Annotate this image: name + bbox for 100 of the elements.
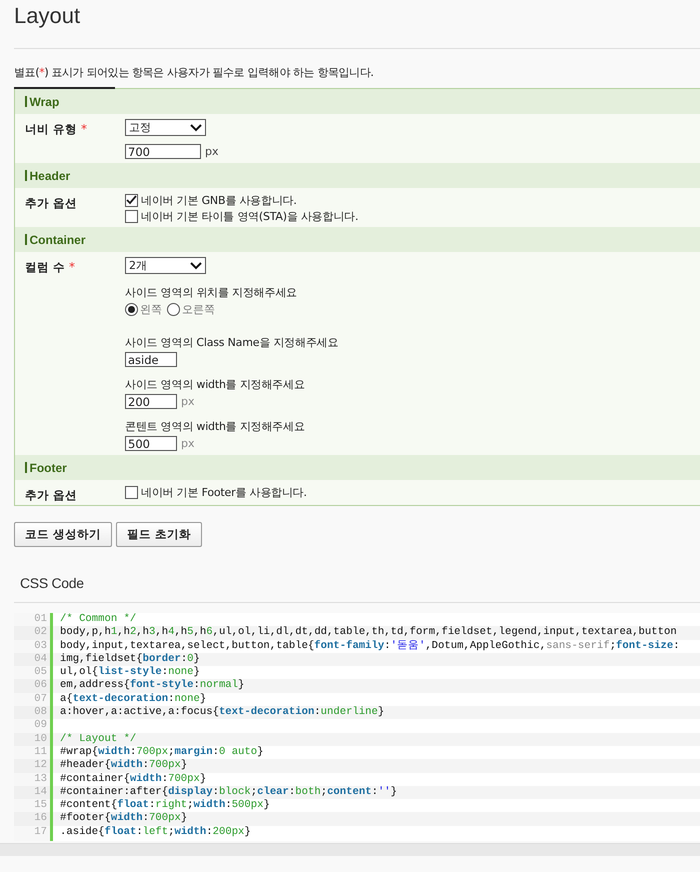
- line-number: 01: [14, 613, 53, 626]
- code-property: border: [142, 652, 181, 665]
- dropdown[interactable]: 2개: [125, 257, 206, 274]
- section-title: Container: [30, 232, 86, 246]
- code-text: }: [194, 652, 200, 665]
- code-value: 3: [149, 626, 156, 638]
- code-text: .aside{: [60, 826, 105, 838]
- code-text: }: [200, 772, 206, 785]
- code-property: width: [174, 826, 206, 838]
- code-text: :: [225, 799, 232, 812]
- code-value: 700px: [168, 772, 200, 785]
- code-property: font-family: [314, 640, 384, 652]
- input-field[interactable]: 700: [125, 144, 201, 159]
- checkbox[interactable]: [125, 194, 138, 206]
- unit-label: px: [205, 145, 218, 158]
- code-text: ;: [610, 640, 616, 652]
- code-text: }: [257, 746, 264, 758]
- chevron-icon: [190, 262, 202, 270]
- field-caption: 사이드 영역의 Class Name을 지정해주세요: [125, 335, 338, 350]
- code-text: :: [130, 746, 136, 758]
- code-value: 700px: [149, 759, 181, 772]
- code-text: ;: [320, 786, 328, 798]
- radio-button[interactable]: [125, 303, 138, 316]
- line-number: 17: [14, 826, 53, 840]
- line-number: 08: [14, 706, 53, 720]
- code-text: }: [180, 759, 188, 772]
- radio-label: 왼쪽: [140, 302, 162, 317]
- checkbox-label: 네이버 기본 GNB를 사용합니다.: [141, 192, 297, 208]
- input-field[interactable]: 200: [125, 394, 177, 409]
- code-property: list-style: [98, 666, 162, 678]
- code-text: ;: [168, 746, 174, 758]
- code-text: }: [238, 679, 244, 692]
- input-field[interactable]: aside: [125, 352, 177, 367]
- required-notice: 별표(*) 표시가 되어있는 항목은 사용자가 필수로 입력해야 하는 항목입니다.: [14, 65, 375, 79]
- code-text: #footer{: [60, 812, 111, 824]
- code-text: :: [384, 640, 391, 652]
- code-text: ,h: [117, 626, 130, 638]
- line-number: 15: [14, 799, 53, 812]
- code-text: :: [162, 666, 168, 678]
- field-label: 컬럼 수: [25, 260, 66, 275]
- code-text: #header{: [60, 759, 111, 772]
- required-mark: *: [81, 123, 88, 135]
- chevron-icon: [190, 124, 202, 132]
- checkbox[interactable]: [125, 210, 138, 222]
- code-text: :: [136, 826, 143, 838]
- code-text: :: [372, 786, 378, 798]
- code-value: right: [155, 799, 188, 812]
- code-text: :: [212, 786, 219, 798]
- code-text: :: [180, 652, 188, 665]
- code-comment: /* Common */: [60, 613, 136, 625]
- code-text: body,input,textarea,select,button,table{: [60, 640, 314, 652]
- line-number: 09: [14, 719, 53, 733]
- line-number: 16: [14, 812, 53, 826]
- dropdown[interactable]: 고정: [125, 119, 206, 136]
- field-caption: 콘텐트 영역의 width를 지정해주세요: [125, 419, 305, 434]
- code-property: clear: [257, 786, 289, 798]
- code-property: font-size: [616, 640, 674, 652]
- code-text: ,h: [194, 626, 206, 638]
- unit-label: px: [181, 437, 194, 450]
- code-value: 200px: [212, 826, 244, 838]
- input-field[interactable]: 500: [125, 436, 177, 451]
- code-text: :: [206, 826, 213, 838]
- code-text: #container:after{: [60, 786, 168, 798]
- code-keyword: sans-serif: [546, 640, 610, 652]
- code-value: none: [174, 692, 200, 705]
- code-text: :: [142, 812, 150, 824]
- code-property: float: [104, 826, 136, 838]
- code-text: ,h: [136, 626, 150, 638]
- code-text: :: [194, 679, 200, 692]
- code-text: }: [194, 666, 200, 678]
- code-property: width: [130, 772, 162, 785]
- required-mark: *: [69, 261, 76, 273]
- code-value: 2: [130, 626, 136, 638]
- code-text: ;: [250, 786, 258, 798]
- code-text: ,Dotum,AppleGothic,: [425, 640, 546, 652]
- page-title: Layout: [13, 2, 82, 30]
- code-text: em,address{: [60, 679, 130, 692]
- line-number: 02: [14, 626, 53, 640]
- code-text: img,fieldset{: [60, 652, 143, 665]
- code-property: text-decoration: [218, 706, 314, 718]
- code-value: 6: [206, 626, 213, 638]
- field-caption: 사이드 영역의 위치를 지정해주세요: [125, 285, 297, 300]
- code-property: width: [98, 746, 130, 758]
- code-value: 1: [110, 626, 118, 638]
- field-label: 너비 유형: [25, 122, 78, 137]
- action-button[interactable]: 필드 초기화: [116, 522, 202, 547]
- radio-label: 오른쪽: [182, 302, 215, 317]
- line-number: 04: [14, 652, 53, 666]
- code-text: a{: [60, 692, 73, 705]
- code-text: ;: [187, 799, 194, 812]
- code-string: '돋움': [390, 640, 426, 652]
- code-value: normal: [200, 679, 238, 692]
- line-number: 07: [14, 692, 53, 706]
- code-string: '': [378, 786, 391, 798]
- line-number: 10: [14, 732, 53, 746]
- code-value: both: [295, 786, 321, 798]
- checkbox[interactable]: [125, 486, 138, 498]
- action-button[interactable]: 코드 생성하기: [14, 522, 112, 547]
- code-property: width: [110, 759, 143, 772]
- radio-button[interactable]: [167, 303, 180, 316]
